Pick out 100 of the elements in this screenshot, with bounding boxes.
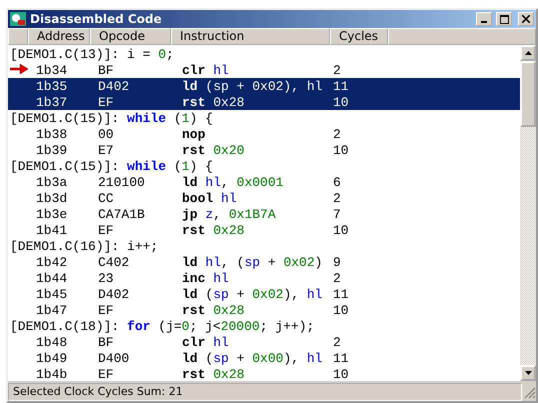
address-cell: 1b35 [36,78,68,94]
status-bar: Selected Clock Cycles Sum: 21 [8,383,522,401]
instruction-cell: bool hl [182,190,237,206]
cycles-cell: 10 [333,302,349,318]
instruction-cell: ld hl, (sp + 0x02) [182,254,322,270]
instruction-cell: jp z, 0x1B7A [182,206,276,222]
instruction-cell: nop [182,126,206,142]
source-line: [DEMO1.C(15)]: while (1) { [10,110,213,126]
address-cell: 1b48 [36,334,68,350]
opcode-cell: BF [98,62,114,78]
cycles-cell: 11 [333,78,349,94]
address-cell: 1b42 [36,254,68,270]
opcode-cell: EF [98,222,114,238]
column-header[interactable]: Address [28,28,90,45]
instruction-row[interactable]: 1b4b EF rst 0x28 10 [8,366,520,382]
instruction-cell: rst 0x20 [182,142,244,158]
address-cell: 1b3d [36,190,68,206]
instruction-cell: rst 0x28 [182,94,244,110]
opcode-cell: 00 [98,126,114,142]
address-cell: 1b34 [36,62,68,78]
resize-grip-icon[interactable] [522,385,536,399]
instruction-cell: clr hl [182,62,229,78]
address-cell: 1b49 [36,350,68,366]
address-cell: 1b45 [36,286,68,302]
column-header[interactable]: Opcode [90,28,171,45]
instruction-row[interactable]: 1b44 23 inc hl 2 [8,270,520,286]
cycles-cell: 2 [333,334,341,350]
instruction-row[interactable]: 1b41 EF rst 0x28 10 [8,222,520,238]
column-header[interactable]: Cycles [330,28,388,45]
address-cell: 1b41 [36,222,68,238]
instruction-row[interactable]: 1b42 C402 ld hl, (sp + 0x02) 9 [8,254,520,270]
address-cell: 1b3a [36,174,68,190]
instruction-cell: ld (sp + 0x02), hl [182,78,322,94]
source-line: [DEMO1.C(15)]: while (1) { [10,158,213,174]
instruction-row[interactable]: 1b47 EF rst 0x28 10 [8,302,520,318]
instruction-row[interactable]: 1b38 00 nop 2 [8,126,520,142]
instruction-row[interactable]: 1b48 BF clr hl 2 [8,334,520,350]
instruction-cell: rst 0x28 [182,302,244,318]
instruction-cell: ld hl, 0x0001 [182,174,284,190]
cycles-cell: 10 [333,142,349,158]
opcode-cell: EF [98,302,114,318]
column-header[interactable]: Instruction [171,28,330,45]
opcode-cell: 23 [98,270,114,286]
cycles-cell: 11 [333,350,349,366]
cycles-cell: 10 [333,366,349,382]
cycles-cell: 2 [333,270,341,286]
instruction-row[interactable]: 1b49 D400 ld (sp + 0x00), hl 11 [8,350,520,366]
opcode-cell: E7 [98,142,114,158]
address-cell: 1b37 [36,94,68,110]
opcode-cell: D400 [98,350,130,366]
instruction-cell: ld (sp + 0x02), hl [182,286,322,302]
maximize-button[interactable] [496,12,512,26]
address-cell: 1b39 [36,142,68,158]
cycles-cell: 9 [333,254,341,270]
address-cell: 1b44 [36,270,68,286]
cycles-cell: 7 [333,206,341,222]
cycles-cell: 2 [333,62,341,78]
instruction-cell: rst 0x28 [182,366,244,382]
instruction-row[interactable]: 1b37 EF rst 0x28 10 [8,94,520,110]
app-icon [10,12,26,26]
close-icon [522,15,530,23]
address-cell: 1b4b [36,366,68,382]
close-button[interactable] [518,12,534,26]
minimize-button[interactable] [476,12,492,26]
instruction-row[interactable]: 1b35 D402 ld (sp + 0x02), hl 11 [8,78,520,94]
instruction-row[interactable]: 1b45 D402 ld (sp + 0x02), hl 11 [8,286,520,302]
opcode-cell: EF [98,366,114,382]
instruction-row[interactable]: 1b3a 210100 ld hl, 0x0001 6 [8,174,520,190]
scroll-down-button[interactable] [520,365,536,381]
maximize-icon [500,14,508,24]
instruction-cell: clr hl [182,334,229,350]
instruction-cell: inc hl [182,270,229,286]
instruction-row[interactable]: 1b3d CC bool hl 2 [8,190,520,206]
opcode-cell: C402 [98,254,130,270]
cycles-cell: 2 [333,190,341,206]
down-arrow-icon [524,371,532,375]
address-cell: 1b47 [36,302,68,318]
window-title: Disassembled Code [30,12,163,26]
opcode-cell: BF [98,334,114,350]
opcode-cell: CA7A1B [98,206,145,222]
cycles-cell: 11 [333,286,349,302]
vertical-scrollbar[interactable] [520,45,536,381]
source-line: [DEMO1.C(13)]: i = 0; [10,46,174,62]
scroll-up-button[interactable] [520,45,536,61]
address-cell: 1b3e [36,206,68,222]
cycles-cell: 10 [333,222,349,238]
instruction-row[interactable]: 1b39 E7 rst 0x20 10 [8,142,520,158]
instruction-cell: rst 0x28 [182,222,244,238]
opcode-cell: EF [98,94,114,110]
instruction-row[interactable]: 1b34 BF clr hl 2 [8,62,520,78]
opcode-cell: D402 [98,286,130,302]
address-cell: 1b38 [36,126,68,142]
instruction-cell: ld (sp + 0x00), hl [182,350,322,366]
cycles-cell: 2 [333,126,341,142]
source-line: [DEMO1.C(16)]: i++; [10,238,158,254]
instruction-row[interactable]: 1b3e CA7A1B jp z, 0x1B7A 7 [8,206,520,222]
opcode-cell: D402 [98,78,130,94]
scrollbar-thumb[interactable] [520,61,536,127]
cycles-cell: 6 [333,174,341,190]
source-line: [DEMO1.C(18)]: for (j=0; j<20000; j++); [10,318,314,334]
